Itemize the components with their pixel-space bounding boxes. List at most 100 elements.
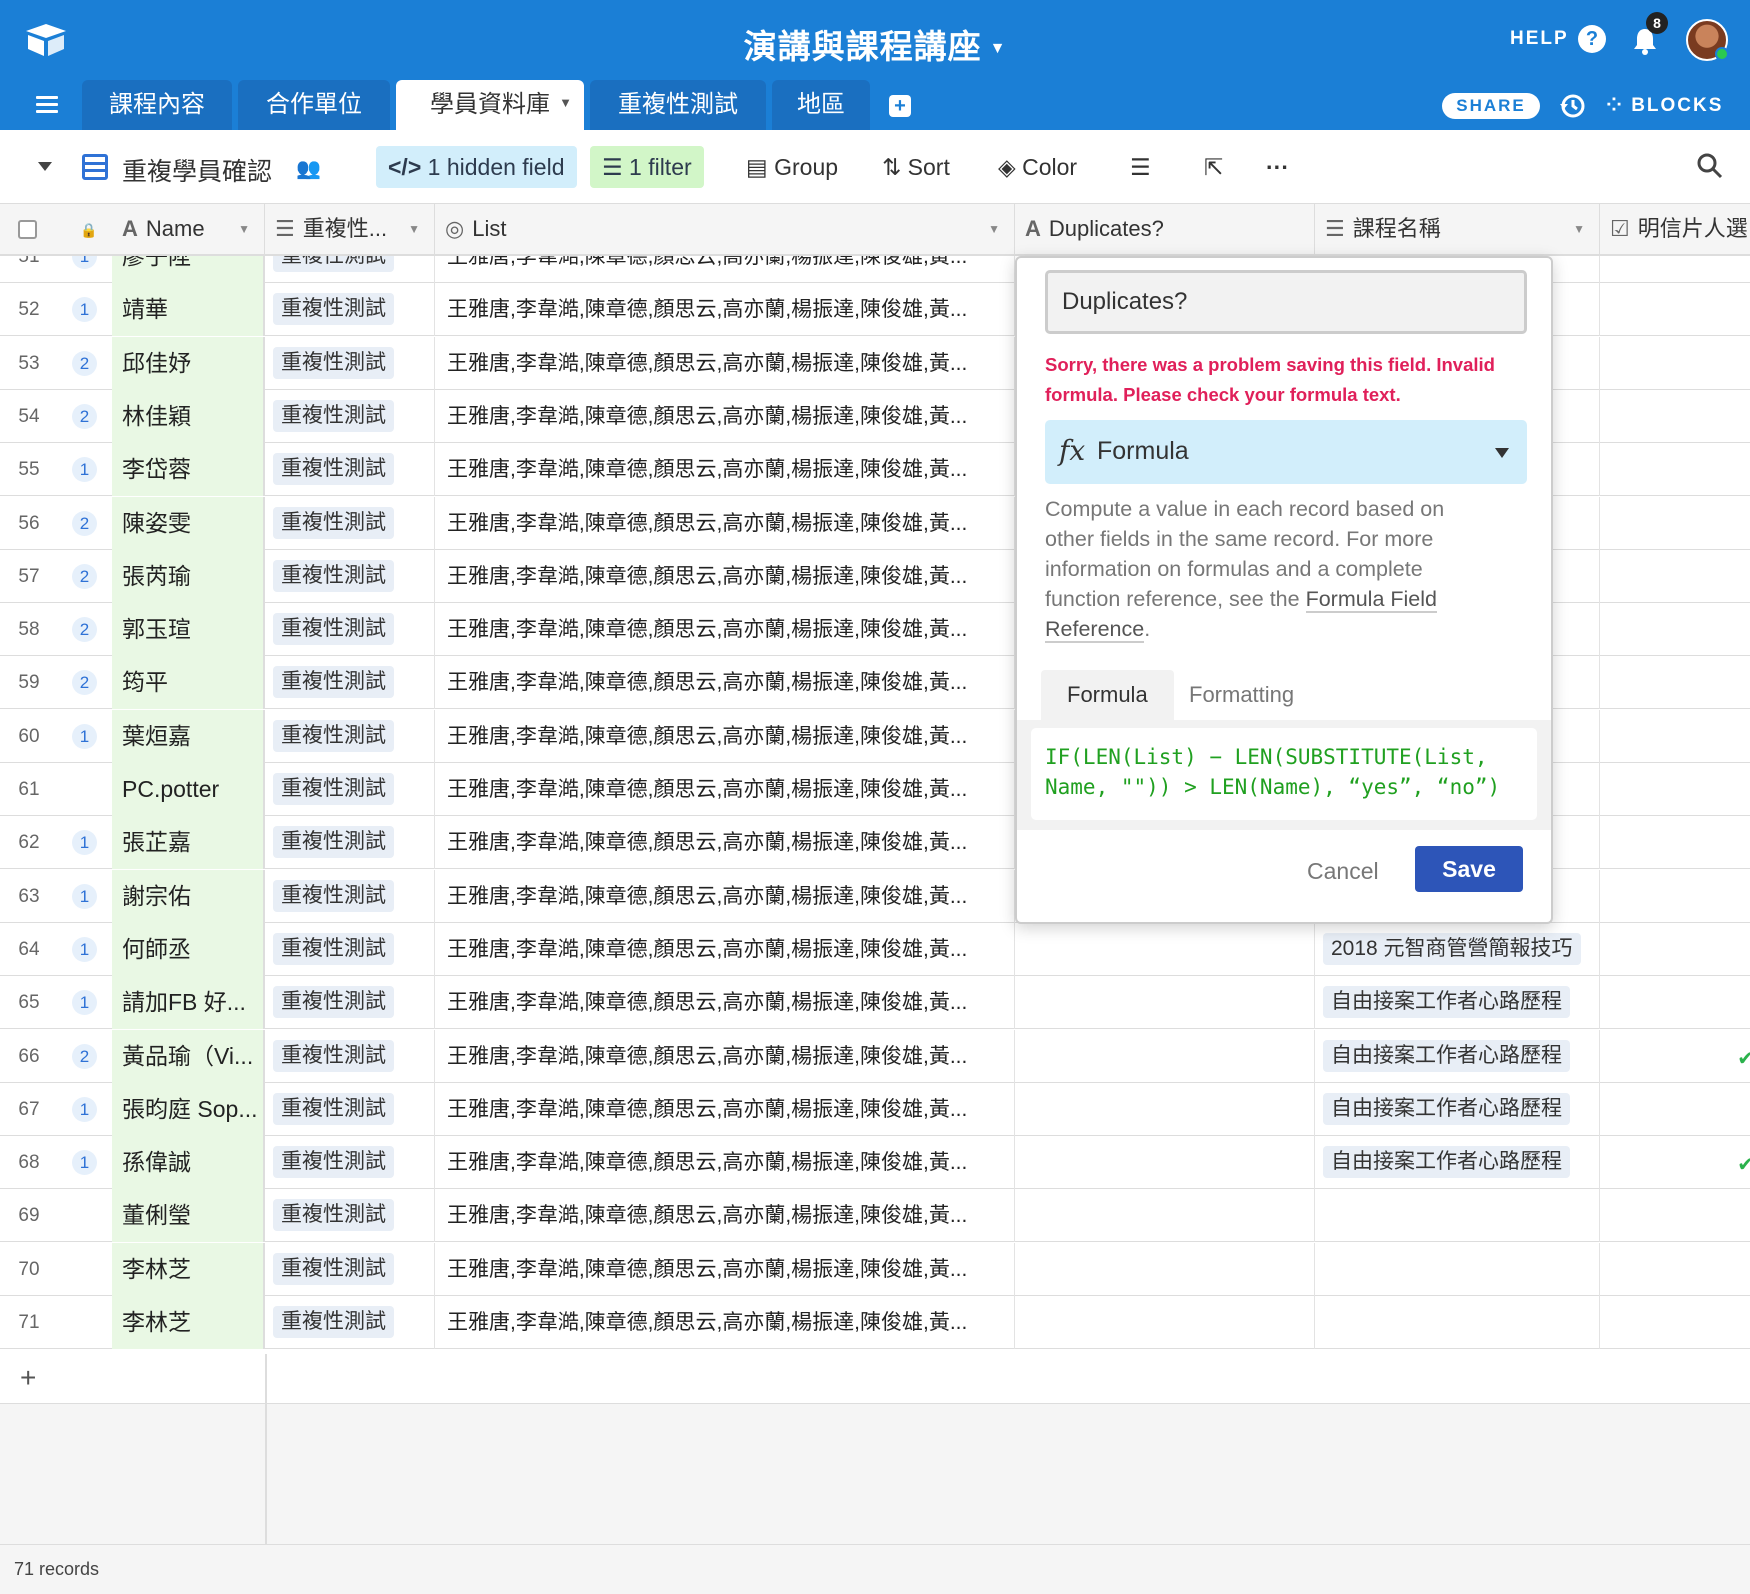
duplicate-link-cell[interactable]: 重複性測試 <box>265 443 435 497</box>
card-checkbox-cell[interactable]: ✔ <box>1600 1136 1750 1189</box>
comment-count-badge[interactable]: 1 <box>72 723 97 749</box>
linked-record-chip[interactable]: 重複性測試 <box>273 719 394 752</box>
linked-record-chip[interactable]: 重複性測試 <box>273 773 394 805</box>
column-header-card[interactable]: ☑ 明信片人選 <box>1600 204 1750 256</box>
duplicate-link-cell[interactable]: 重複性測試 <box>265 549 435 603</box>
name-cell[interactable]: 李岱蓉 <box>112 443 265 497</box>
comment-count-badge[interactable]: 2 <box>72 670 97 696</box>
list-cell[interactable]: 王雅唐,李韋澔,陳章德,顏思云,高亦蘭,楊振達,陳俊雄,黃... <box>435 336 1015 390</box>
list-cell[interactable]: 王雅唐,李韋澔,陳章德,顏思云,高亦蘭,楊振達,陳俊雄,黃... <box>435 283 1015 337</box>
name-cell[interactable]: 郭玉瑄 <box>112 603 265 657</box>
linked-record-chip[interactable]: 重複性測試 <box>273 1092 394 1125</box>
color-button[interactable]: ◈ Color <box>986 146 1089 188</box>
list-cell[interactable]: 王雅唐,李韋澔,陳章德,顏思云,高亦蘭,楊振達,陳俊雄,黃... <box>435 549 1015 603</box>
chevron-down-icon[interactable]: ▼ <box>559 78 572 128</box>
tab-formatting[interactable]: Formatting <box>1163 670 1320 720</box>
card-checkbox-cell[interactable] <box>1600 283 1750 336</box>
share-button[interactable]: SHARE <box>1442 93 1540 119</box>
cancel-button[interactable]: Cancel <box>1307 858 1379 885</box>
name-cell[interactable]: PC.potter <box>112 763 265 816</box>
tab-formula[interactable]: Formula <box>1041 670 1174 720</box>
duplicate-link-cell[interactable]: 重複性測試 <box>265 1082 435 1136</box>
card-checkbox-cell[interactable] <box>1600 816 1750 869</box>
list-cell[interactable]: 王雅唐,李韋澔,陳章德,顏思云,高亦蘭,楊振達,陳俊雄,黃... <box>435 1242 1015 1296</box>
comment-count-badge[interactable]: 1 <box>72 1096 97 1122</box>
list-cell[interactable]: 王雅唐,李韋澔,陳章德,顏思云,高亦蘭,楊振達,陳俊雄,黃... <box>435 1029 1015 1083</box>
comment-count-badge[interactable]: 1 <box>72 256 97 269</box>
list-cell[interactable]: 王雅唐,李韋澔,陳章德,顏思云,高亦蘭,楊振達,陳俊雄,黃... <box>435 1189 1015 1243</box>
card-checkbox-cell[interactable]: ✔ <box>1600 1030 1750 1083</box>
save-button[interactable]: Save <box>1415 846 1523 892</box>
card-checkbox-cell[interactable] <box>1600 710 1750 763</box>
course-chip[interactable]: 自由接案工作者心路歷程 <box>1323 986 1570 1019</box>
table-row[interactable]: 67 1 張昀庭 Sop... 重複性測試 王雅唐,李韋澔,陳章德,顏思云,高亦蘭,楊振… <box>0 1082 1750 1136</box>
card-checkbox-cell[interactable] <box>1600 256 1750 283</box>
row-height-icon[interactable]: ☰ <box>1118 146 1163 188</box>
list-cell[interactable]: 王雅唐,李韋澔,陳章德,顏思云,高亦蘭,楊振達,陳俊雄,黃... <box>435 816 1015 870</box>
duplicate-link-cell[interactable]: 重複性測試 <box>265 1029 435 1083</box>
duplicates-cell[interactable] <box>1015 1189 1315 1243</box>
duplicates-cell[interactable] <box>1015 976 1315 1030</box>
card-checkbox-cell[interactable] <box>1600 763 1750 816</box>
table-row[interactable]: 71 李林芝 重複性測試 王雅唐,李韋澔,陳章德,顏思云,高亦蘭,楊振達,陳俊雄,黃.… <box>0 1296 1750 1349</box>
card-checkbox-cell[interactable] <box>1600 656 1750 709</box>
hidden-fields-button[interactable]: </> 1 hidden field <box>376 146 577 188</box>
duplicates-cell[interactable] <box>1015 922 1315 976</box>
tab-region[interactable]: 地區 <box>772 80 870 130</box>
course-chip[interactable]: 自由接案工作者心路歷程 <box>1323 1039 1570 1072</box>
list-cell[interactable]: 王雅唐,李韋澔,陳章德,顏思云,高亦蘭,楊振達,陳俊雄,黃... <box>435 389 1015 443</box>
card-checkbox-cell[interactable] <box>1600 1243 1750 1296</box>
sort-button[interactable]: ⇅ Sort <box>870 146 962 188</box>
name-cell[interactable]: 葉烜嘉 <box>112 709 265 763</box>
name-cell[interactable]: 李林芝 <box>112 1242 265 1296</box>
card-checkbox-cell[interactable] <box>1600 870 1750 923</box>
view-name[interactable]: 重複學員確認 <box>122 152 272 188</box>
list-cell[interactable]: 王雅唐,李韋澔,陳章德,顏思云,高亦蘭,楊振達,陳俊雄,黃... <box>435 256 1015 283</box>
duplicates-cell[interactable] <box>1015 1029 1315 1083</box>
linked-record-chip[interactable]: 重複性測試 <box>273 666 394 699</box>
name-cell[interactable]: 廖子陞 <box>112 256 265 283</box>
duplicate-link-cell[interactable]: 重複性測試 <box>265 1136 435 1190</box>
name-cell[interactable]: 林佳穎 <box>112 389 265 443</box>
card-checkbox-cell[interactable] <box>1600 603 1750 656</box>
name-cell[interactable]: 張芮瑜 <box>112 549 265 603</box>
tab-course-content[interactable]: 課程內容 <box>82 80 232 130</box>
linked-record-chip[interactable]: 重複性測試 <box>273 932 394 965</box>
comment-count-badge[interactable]: 1 <box>72 297 97 323</box>
tab-duplicate-test[interactable]: 重複性測試 <box>590 80 766 130</box>
comment-count-badge[interactable]: 2 <box>72 1043 97 1069</box>
column-header-duplicate-link[interactable]: ☰ 重複性... ▼ <box>265 204 435 256</box>
list-cell[interactable]: 王雅唐,李韋澔,陳章德,顏思云,高亦蘭,楊振達,陳俊雄,黃... <box>435 976 1015 1030</box>
history-icon[interactable] <box>1558 92 1586 120</box>
duplicate-link-cell[interactable]: 重複性測試 <box>265 656 435 710</box>
comment-count-badge[interactable]: 2 <box>72 563 97 589</box>
select-all-checkbox[interactable] <box>18 220 37 239</box>
duplicate-link-cell[interactable]: 重複性測試 <box>265 1242 435 1296</box>
linked-record-chip[interactable]: 重複性測試 <box>273 506 394 539</box>
help-label[interactable]: HELP <box>1510 28 1569 50</box>
card-checkbox-cell[interactable] <box>1600 1296 1750 1349</box>
course-cell[interactable] <box>1315 1242 1600 1296</box>
list-cell[interactable]: 王雅唐,李韋澔,陳章德,顏思云,高亦蘭,楊振達,陳俊雄,黃... <box>435 496 1015 550</box>
card-checkbox-cell[interactable] <box>1600 497 1750 550</box>
field-name-input[interactable] <box>1045 270 1527 334</box>
linked-record-chip[interactable]: 重複性測試 <box>273 256 394 272</box>
list-cell[interactable]: 王雅唐,李韋澔,陳章德,顏思云,高亦蘭,楊振達,陳俊雄,黃... <box>435 763 1015 816</box>
list-cell[interactable]: 王雅唐,李韋澔,陳章德,顏思云,高亦蘭,楊振達,陳俊雄,黃... <box>435 1082 1015 1136</box>
linked-record-chip[interactable]: 重複性測試 <box>273 1306 394 1338</box>
name-cell[interactable]: 董俐瑩 <box>112 1189 265 1243</box>
list-cell[interactable]: 王雅唐,李韋澔,陳章德,顏思云,高亦蘭,楊振達,陳俊雄,黃... <box>435 922 1015 976</box>
duplicates-cell[interactable] <box>1015 1242 1315 1296</box>
duplicate-link-cell[interactable]: 重複性測試 <box>265 1296 435 1349</box>
table-row[interactable]: 70 李林芝 重複性測試 王雅唐,李韋澔,陳章德,顏思云,高亦蘭,楊振達,陳俊雄,黃.… <box>0 1242 1750 1296</box>
duplicate-link-cell[interactable]: 重複性測試 <box>265 922 435 976</box>
course-cell[interactable]: 2018 元智商管營簡報技巧 <box>1315 922 1600 976</box>
column-header-duplicates[interactable]: A Duplicates? <box>1015 204 1315 256</box>
name-cell[interactable]: 李林芝 <box>112 1296 265 1349</box>
column-header-list[interactable]: ◎ List ▼ <box>435 204 1015 256</box>
list-cell[interactable]: 王雅唐,李韋澔,陳章德,顏思云,高亦蘭,楊振達,陳俊雄,黃... <box>435 656 1015 710</box>
linked-record-chip[interactable]: 重複性測試 <box>273 559 394 592</box>
card-checkbox-cell[interactable] <box>1600 923 1750 976</box>
card-checkbox-cell[interactable] <box>1600 443 1750 496</box>
list-cell[interactable]: 王雅唐,李韋澔,陳章德,顏思云,高亦蘭,楊振達,陳俊雄,黃... <box>435 1296 1015 1349</box>
